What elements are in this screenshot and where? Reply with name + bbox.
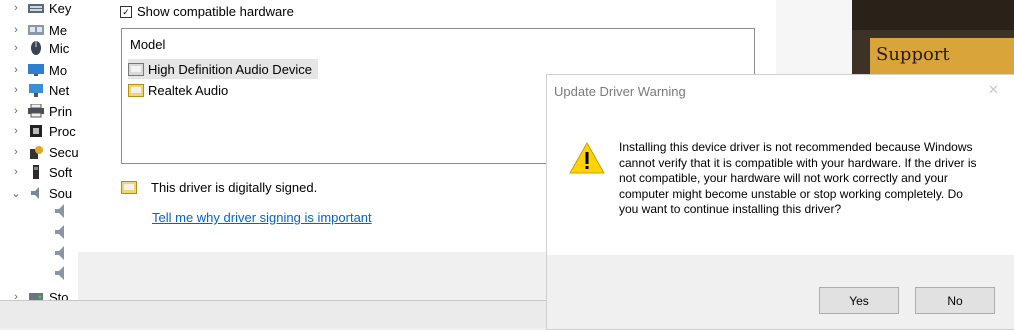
tree-item-mice[interactable]: › Mic <box>0 38 69 58</box>
dialog-title: Update Driver Warning <box>554 84 686 99</box>
yes-button[interactable]: Yes <box>819 287 899 314</box>
tree-item-label: Sou <box>49 185 73 201</box>
security-icon <box>28 145 44 159</box>
model-column-header: Model <box>130 37 166 52</box>
signed-driver-icon <box>121 181 137 194</box>
software-icon <box>28 165 44 179</box>
support-label[interactable]: Support <box>876 44 950 65</box>
tree-item-monitors[interactable]: › Mo <box>0 60 67 80</box>
model-item-label: High Definition Audio Device <box>148 61 313 77</box>
expand-chevron-icon[interactable]: › <box>8 146 24 158</box>
driver-package-icon <box>128 62 144 76</box>
keyboard-icon <box>28 1 44 15</box>
show-compatible-checkbox[interactable]: ✓ <box>120 5 132 18</box>
speaker-icon[interactable] <box>55 246 65 260</box>
tree-item-security[interactable]: › Secu <box>0 142 78 162</box>
collapse-chevron-icon[interactable]: ⌄ <box>8 187 24 200</box>
driver-signed-row: This driver is digitally signed. <box>121 180 317 195</box>
tree-item-label: Soft <box>49 164 73 180</box>
monitor-icon <box>28 63 44 77</box>
speaker-icon[interactable] <box>55 266 65 280</box>
memory-icon <box>28 23 44 37</box>
tree-item-network[interactable]: › Net <box>0 80 69 100</box>
show-compatible-checkbox-row[interactable]: ✓ Show compatible hardware <box>120 4 294 19</box>
mouse-icon <box>28 41 44 55</box>
tree-item-software[interactable]: › Soft <box>0 162 72 182</box>
expand-chevron-icon[interactable]: › <box>8 2 24 14</box>
expand-chevron-icon[interactable]: › <box>8 24 24 36</box>
expand-chevron-icon[interactable]: › <box>8 42 24 54</box>
warning-icon <box>569 141 605 177</box>
model-item-label: Realtek Audio <box>148 82 229 98</box>
tree-item-label: Proc <box>49 123 76 139</box>
warning-message: Installing this device driver is not rec… <box>619 140 977 217</box>
no-button[interactable]: No <box>915 287 995 314</box>
device-manager-tree: › Key › Me › Mic › Mo › Net › Prin › Pro… <box>0 0 78 300</box>
support-banner-image: Support <box>852 0 1014 74</box>
tree-item-label: Me <box>49 22 68 38</box>
tree-item-sound[interactable]: ⌄ Sou <box>0 183 72 203</box>
tree-item-processors[interactable]: › Proc <box>0 121 76 141</box>
speaker-icon[interactable] <box>55 225 65 239</box>
tree-item-label: Sto <box>49 289 69 301</box>
tree-item-storage[interactable]: › Sto <box>0 287 69 300</box>
tree-item-label: Mic <box>49 40 70 56</box>
tree-item-keyboards[interactable]: › Key <box>0 0 71 18</box>
speaker-icon[interactable] <box>55 204 65 218</box>
tree-item-label: Key <box>49 0 72 16</box>
tree-item-printers[interactable]: › Prin <box>0 101 72 121</box>
driver-package-icon <box>128 83 144 97</box>
network-adapter-icon <box>28 83 44 97</box>
update-driver-warning-dialog: Update Driver Warning ✕ Installing this … <box>546 74 1014 330</box>
expand-chevron-icon[interactable]: › <box>8 125 24 137</box>
tree-item-memory[interactable]: › Me <box>0 20 67 40</box>
expand-chevron-icon[interactable]: › <box>8 166 24 178</box>
show-compatible-label: Show compatible hardware <box>137 4 294 19</box>
driver-signing-info-link[interactable]: Tell me why driver signing is important <box>152 210 372 225</box>
expand-chevron-icon[interactable]: › <box>8 64 24 76</box>
printer-icon <box>28 103 44 118</box>
tree-item-label: Net <box>49 82 70 98</box>
sound-icon <box>28 186 44 200</box>
tree-item-label: Secu <box>49 144 78 160</box>
driver-signed-text: This driver is digitally signed. <box>151 180 318 195</box>
tree-item-label: Prin <box>49 103 73 119</box>
model-item-hd-audio[interactable]: High Definition Audio Device <box>128 59 319 79</box>
expand-chevron-icon[interactable]: › <box>8 291 24 300</box>
model-item-realtek[interactable]: Realtek Audio <box>128 80 234 100</box>
banner-dark-area <box>852 0 1014 30</box>
expand-chevron-icon[interactable]: › <box>8 105 24 117</box>
storage-icon <box>28 290 44 300</box>
expand-chevron-icon[interactable]: › <box>8 84 24 96</box>
tree-item-label: Mo <box>49 62 68 78</box>
close-icon[interactable]: ✕ <box>988 82 999 98</box>
processor-icon <box>28 124 44 138</box>
